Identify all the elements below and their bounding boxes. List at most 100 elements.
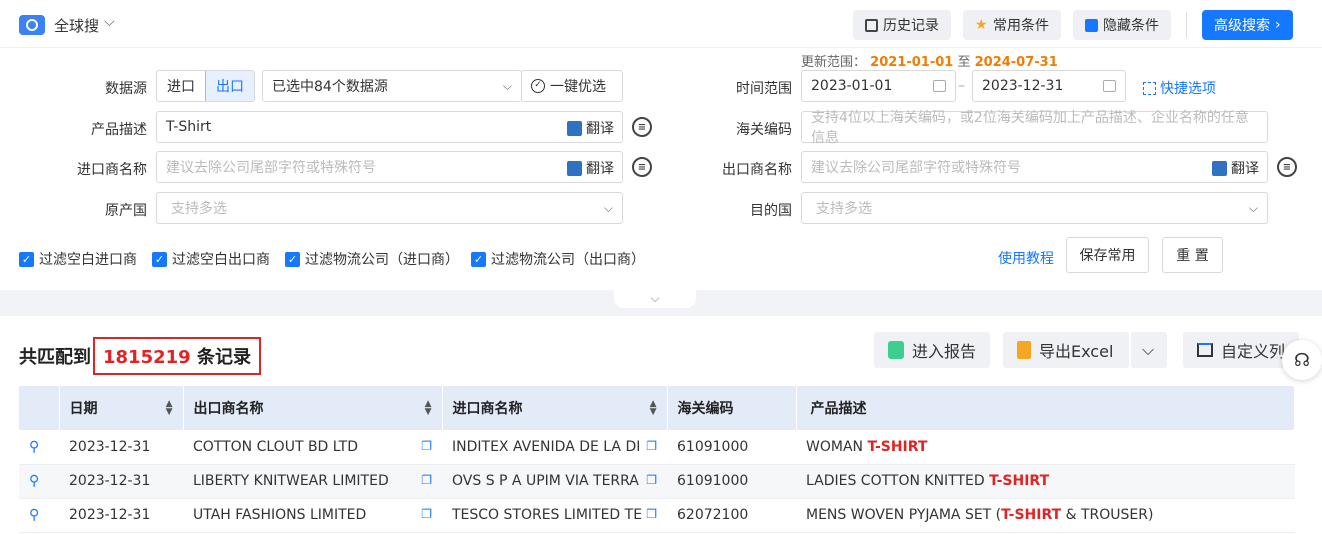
check-circle-icon: ✓ (531, 79, 545, 93)
date-from-input[interactable]: 2023-01-01 (801, 70, 956, 102)
table-row[interactable]: ⚲ 2023-12-31 COTTON CLOUT BD LTD ❐ INDITE… (19, 430, 1295, 465)
desc-highlight: T-SHIRT (1001, 507, 1062, 523)
result-prefix: 共匹配到 (19, 347, 91, 368)
chevron-down-icon: ⌵ (502, 78, 512, 93)
range-mid: 至 (957, 55, 971, 70)
time-range-label: 时间范围 (736, 81, 792, 97)
globe-logo-icon (19, 15, 45, 35)
report-label: 进入报告 (912, 342, 977, 361)
reset-button[interactable]: 重 置 (1162, 237, 1223, 273)
headset-support-icon[interactable]: ☊ (1282, 340, 1322, 380)
range-end: 2024-07-31 (974, 55, 1058, 70)
exporter-placeholder: 建议去除公司尾部字符或特殊符号 (811, 160, 1021, 176)
save-common-button[interactable]: 保存常用 (1066, 237, 1149, 273)
header-importer[interactable]: 进口商名称 ▲ ▼ (442, 386, 668, 430)
query-help-icon[interactable]: ≡ (632, 117, 652, 137)
exporter-input[interactable]: 建议去除公司尾部字符或特殊符号 翻译 (801, 151, 1268, 183)
cell-exporter[interactable]: UTAH FASHIONS LIMITED ❐ (183, 498, 442, 533)
filter-logistics-importer[interactable]: ✓ 过滤物流公司（进口商） (285, 249, 459, 269)
filter-logistics-exporter[interactable]: ✓ 过滤物流公司（出口商） (471, 249, 645, 269)
row-search-icon[interactable]: ⚲ (19, 430, 59, 465)
desc-text: WOMAN (806, 438, 868, 455)
sort-icon[interactable]: ▲ ▼ (425, 400, 432, 417)
import-option[interactable]: 进口 (157, 71, 205, 101)
export-excel-button[interactable]: 导出Excel (1003, 332, 1129, 368)
header-importer-label: 进口商名称 (452, 401, 523, 417)
import-export-toggle: 进口 出口 (156, 70, 255, 102)
header-exporter[interactable]: 出口商名称 ▲ ▼ (183, 386, 443, 430)
collapse-icon (1085, 18, 1098, 32)
query-help-icon[interactable]: ≡ (1277, 157, 1297, 177)
hs-code-input[interactable]: 支持4位以上海关编码，或2位海关编码加上产品描述、企业名称的任意信息 (801, 110, 1268, 146)
one-click-button[interactable]: ✓ 一键优选 (521, 70, 623, 102)
report-button[interactable]: 进入报告 (874, 332, 991, 368)
chevron-down-icon: ⌵ (650, 290, 660, 305)
copy-icon[interactable]: ❐ (421, 507, 432, 521)
app-title[interactable]: 全球搜 (54, 15, 99, 36)
checkbox-checked-icon: ✓ (19, 251, 34, 267)
star-icon: ★ (975, 16, 988, 33)
cell-description: WOMAN T-SHIRT (796, 430, 1295, 465)
export-dropdown-button[interactable]: ⌵ (1131, 332, 1167, 368)
export-excel-label: 导出Excel (1039, 342, 1114, 361)
quick-options-link[interactable]: 快捷选项 (1143, 78, 1216, 98)
cell-importer[interactable]: OVS S P A UPIM VIA TERRA ❐ (442, 464, 667, 499)
product-label: 产品描述 (91, 122, 147, 138)
header-date[interactable]: 日期 ▲ ▼ (59, 386, 184, 430)
translate-label: 翻译 (586, 121, 614, 137)
filter-blank-importer[interactable]: ✓ 过滤空白进口商 (19, 249, 137, 269)
header-hs-code: 海关编码 (667, 386, 797, 430)
desc-text: LADIES COTTON KNITTED (806, 473, 990, 489)
sort-icon[interactable]: ▲ ▼ (166, 400, 173, 417)
origin-label: 原产国 (105, 203, 147, 219)
translate-icon (567, 120, 582, 136)
cell-exporter[interactable]: LIBERTY KNITWEAR LIMITED ❐ (183, 464, 442, 499)
hide-conditions-button[interactable]: 隐藏条件 (1073, 10, 1171, 40)
copy-icon[interactable]: ❐ (646, 507, 657, 521)
cell-date: 2023-12-31 (59, 498, 183, 533)
translate-label: 翻译 (1231, 161, 1259, 177)
table-row[interactable]: ⚲ 2023-12-31 LIBERTY KNITWEAR LIMITED ❐ O… (19, 464, 1295, 499)
cell-importer[interactable]: INDITEX AVENIDA DE LA DI ❐ (442, 430, 667, 465)
cell-date: 2023-12-31 (59, 464, 183, 499)
copy-icon[interactable]: ❐ (646, 439, 657, 453)
desc-text: MENS WOVEN PYJAMA SET ( (806, 507, 1002, 523)
cell-exporter[interactable]: COTTON CLOUT BD LTD ❐ (183, 430, 442, 465)
history-button[interactable]: 历史记录 (853, 10, 951, 40)
product-input[interactable]: T-Shirt 翻译 (156, 111, 623, 143)
destination-placeholder: 支持多选 (816, 201, 872, 217)
checkbox-checked-icon: ✓ (471, 251, 486, 267)
origin-select[interactable]: 支持多选 ⌵ (156, 192, 623, 224)
datasource-select[interactable]: 已选中84个数据源 ⌵ (262, 70, 522, 102)
common-conditions-button[interactable]: ★ 常用条件 (963, 10, 1061, 40)
datasource-value: 已选中84个数据源 (272, 79, 388, 95)
query-help-icon[interactable]: ≡ (632, 157, 652, 177)
destination-select[interactable]: 支持多选 ⌵ (801, 192, 1268, 224)
row-search-icon[interactable]: ⚲ (19, 464, 59, 499)
result-summary: 共匹配到 1815219 条记录 (19, 337, 261, 375)
importer-input[interactable]: 建议去除公司尾部字符或特殊符号 翻译 (156, 151, 623, 183)
translate-button[interactable]: 翻译 (567, 118, 614, 138)
row-search-icon[interactable]: ⚲ (19, 498, 59, 533)
chevron-down-icon[interactable]: ⌵ (104, 14, 115, 30)
copy-icon[interactable]: ❐ (421, 439, 432, 453)
cell-importer[interactable]: TESCO STORES LIMITED TE ❐ (442, 498, 667, 533)
translate-button[interactable]: 翻译 (567, 158, 614, 178)
date-to-input[interactable]: 2023-12-31 (972, 70, 1126, 102)
filter-label: 过滤空白进口商 (39, 252, 137, 268)
export-option[interactable]: 出口 (205, 71, 254, 101)
sort-icon[interactable]: ▲ ▼ (650, 400, 657, 417)
table-row[interactable]: ⚲ 2023-12-31 UTAH FASHIONS LIMITED ❐ TESC… (19, 498, 1295, 533)
result-suffix: 条记录 (196, 347, 251, 368)
advanced-search-button[interactable]: 高级搜索 › (1202, 10, 1293, 40)
copy-icon[interactable]: ❐ (421, 473, 432, 487)
search-button[interactable]: 搜 索 (1236, 237, 1295, 273)
tutorial-link[interactable]: 使用教程 (998, 248, 1054, 268)
datasource-label: 数据源 (105, 81, 147, 97)
collapse-toggle[interactable]: ⌵ (614, 288, 696, 308)
translate-button[interactable]: 翻译 (1212, 158, 1259, 178)
filter-blank-exporter[interactable]: ✓ 过滤空白出口商 (152, 249, 270, 269)
copy-icon[interactable]: ❐ (646, 473, 657, 487)
history-label: 历史记录 (883, 18, 939, 34)
cell-date: 2023-12-31 (59, 430, 183, 465)
